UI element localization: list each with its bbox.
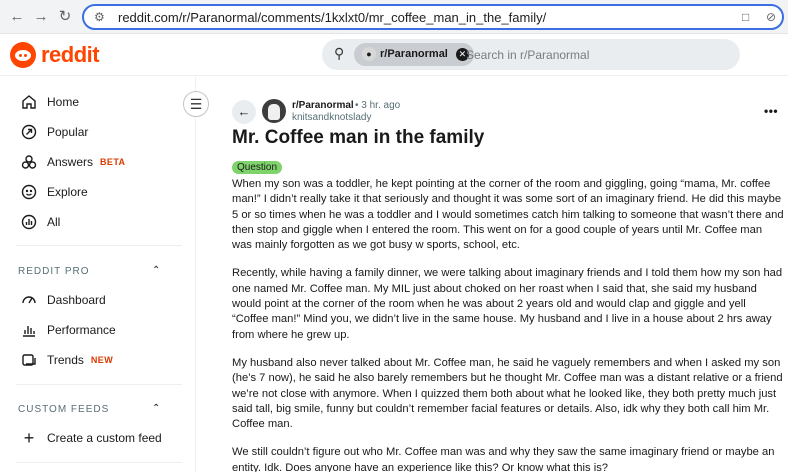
post-paragraph: Recently, while having a family dinner, … [232, 267, 783, 341]
search-bar[interactable]: ⚲ ● r/Paranormal ✕ Search in r/Paranorma… [322, 39, 740, 70]
post-timestamp: • 3 hr. ago [355, 100, 401, 111]
back-button[interactable]: ← [232, 100, 256, 124]
subreddit-avatar[interactable] [262, 99, 286, 123]
browser-back-icon[interactable]: ← [8, 8, 26, 26]
site-settings-icon[interactable]: ⚙ [94, 10, 105, 24]
subreddit-avatar-icon: ● [362, 47, 376, 61]
performance-icon [20, 321, 38, 339]
post-flair[interactable]: Question [232, 161, 283, 174]
search-input[interactable]: Search in r/Paranormal [466, 48, 589, 62]
post-paragraph: When my son was a toddler, he kept point… [232, 178, 784, 252]
browser-toolbar: ← → ↻ ⚙ reddit.com/r/Paranormal/comments… [0, 0, 788, 34]
post-paragraph: My husband also never talked about Mr. C… [232, 356, 783, 431]
address-bar[interactable]: ⚙ reddit.com/r/Paranormal/comments/1kxlx… [82, 4, 784, 30]
chevron-up-icon[interactable]: ⌃ [152, 403, 160, 414]
sidebar-item-home[interactable]: Home [20, 92, 79, 112]
sidebar-item-dashboard[interactable]: Dashboard [20, 290, 106, 310]
post-body: When my son was a toddler, he kept point… [232, 177, 784, 472]
plus-icon: + [23, 427, 35, 448]
reddit-header: reddit ⚲ ● r/Paranormal ✕ Search in r/Pa… [0, 34, 788, 76]
reddit-logo-icon[interactable] [10, 42, 36, 68]
ghost-icon [268, 104, 280, 120]
search-subreddit-chip[interactable]: ● r/Paranormal ✕ [354, 43, 474, 66]
new-badge: NEW [90, 355, 114, 365]
search-chip-label: r/Paranormal [380, 48, 448, 60]
post-paragraph: We still couldn’t figure out who Mr. Cof… [232, 446, 775, 472]
post-subreddit-link[interactable]: r/Paranormal [292, 100, 354, 111]
sidebar-item-trends[interactable]: Trends NEW [20, 350, 113, 370]
menu-icon: ☰ [189, 96, 203, 112]
post-author-link[interactable]: knitsandknotslady [292, 112, 372, 123]
sidebar-divider [16, 384, 182, 385]
browser-reload-icon[interactable]: ↻ [56, 8, 74, 26]
all-icon [20, 213, 38, 231]
reddit-logo-text[interactable]: reddit [41, 42, 100, 68]
eye-slash-icon[interactable]: ⊘ [766, 10, 776, 24]
left-sidebar: Home Popular Answers BETA Explore All RE… [0, 77, 196, 472]
explore-icon [20, 183, 38, 201]
chevron-up-icon[interactable]: ⌃ [152, 265, 160, 276]
beta-badge: BETA [100, 157, 126, 167]
trends-icon [20, 351, 38, 369]
search-icon: ⚲ [334, 45, 345, 61]
collapse-sidebar-button[interactable]: ☰ [183, 91, 209, 117]
reddit-pro-heading[interactable]: REDDIT PRO [18, 266, 90, 277]
sidebar-item-popular[interactable]: Popular [20, 122, 88, 142]
home-icon [20, 93, 38, 111]
answers-icon [20, 153, 38, 171]
address-bar-url[interactable]: reddit.com/r/Paranormal/comments/1kxlxt0… [118, 10, 546, 25]
sidebar-item-explore[interactable]: Explore [20, 182, 88, 202]
sidebar-divider [16, 462, 182, 463]
more-options-icon[interactable]: ••• [764, 104, 778, 118]
browser-forward-icon[interactable]: → [32, 8, 50, 26]
arrow-left-icon: ← [237, 104, 251, 119]
install-app-icon[interactable]: □ [742, 10, 749, 24]
sidebar-item-performance[interactable]: Performance [20, 320, 116, 340]
popular-icon [20, 123, 38, 141]
dashboard-icon [20, 291, 38, 309]
sidebar-item-answers[interactable]: Answers BETA [20, 152, 125, 172]
create-custom-feed-button[interactable]: + Create a custom feed [20, 428, 162, 448]
custom-feeds-heading[interactable]: CUSTOM FEEDS [18, 404, 109, 415]
sidebar-divider [16, 245, 182, 246]
sidebar-item-all[interactable]: All [20, 212, 60, 232]
post-title: Mr. Coffee man in the family [232, 127, 485, 148]
